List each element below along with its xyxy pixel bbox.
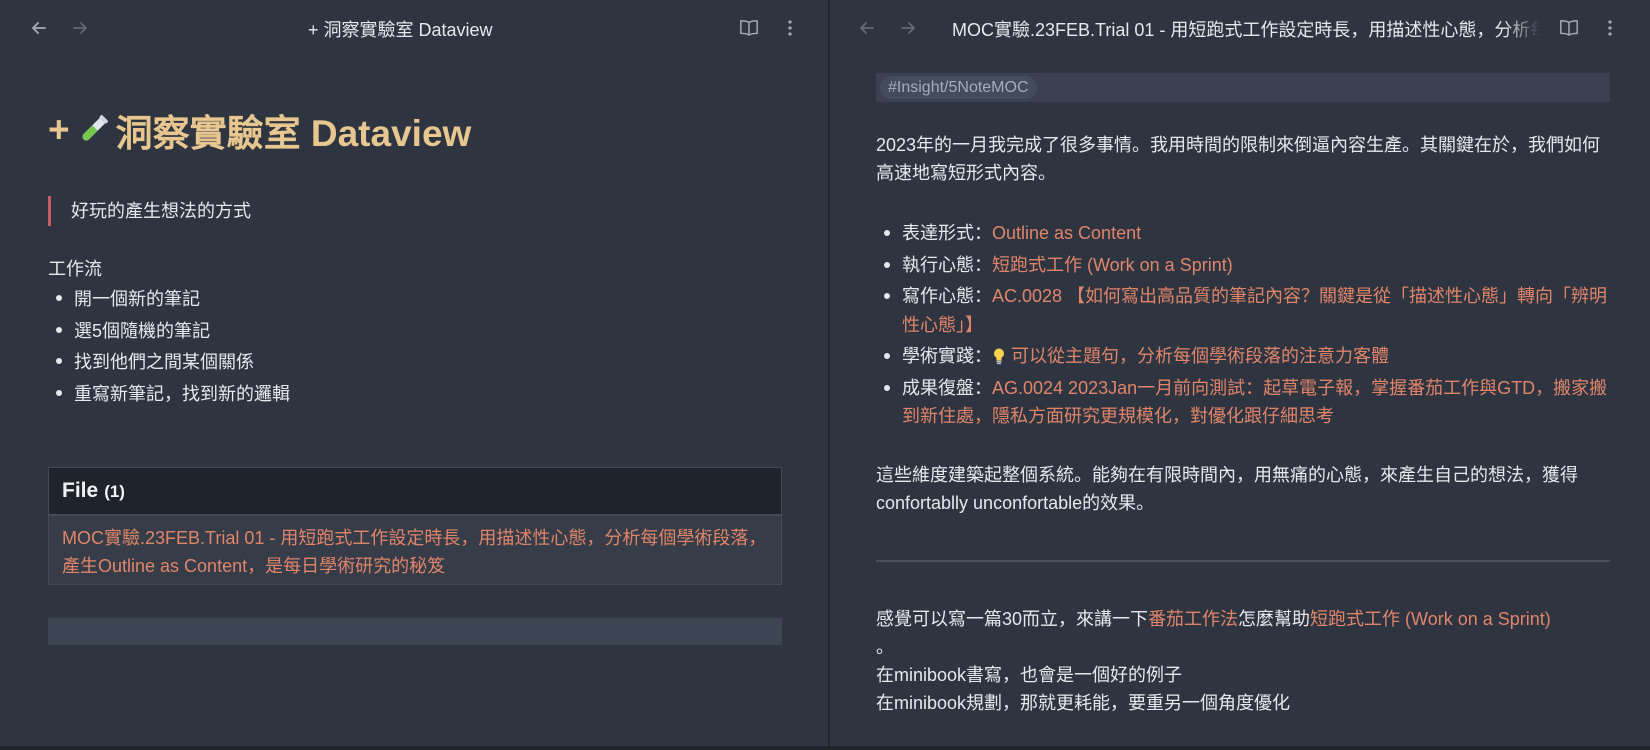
forward-arrow-icon[interactable] xyxy=(66,14,94,42)
internal-link[interactable]: 短跑式工作 (Work on a Sprint) xyxy=(1310,609,1551,629)
forward-arrow-icon[interactable] xyxy=(894,14,922,42)
table-footer xyxy=(48,618,782,645)
title-plus: + xyxy=(48,109,70,150)
more-options-icon[interactable] xyxy=(776,14,804,42)
more-options-icon[interactable] xyxy=(1596,14,1624,42)
left-tab-header: + 洞察實驗室 Dataview xyxy=(0,0,828,56)
list-item: 學術實踐： 可以從主題句，分析每個學術段落的注意力客體 xyxy=(876,342,1616,371)
table-header-count: (1) xyxy=(104,482,125,501)
status-strip xyxy=(0,746,1650,750)
internal-link[interactable]: AG.0024 2023Jan一月前向測試：起草電子報，掌握番茄工作與GTD，搬… xyxy=(902,378,1607,427)
test-tube-icon xyxy=(82,114,108,141)
tag-insight[interactable]: #Insight/5NoteMOC xyxy=(880,76,1037,99)
reading-mode-icon[interactable] xyxy=(1555,14,1583,42)
workflow-list: 開一個新的筆記 選5個隨機的筆記 找到他們之間某個關係 重寫新筆記，找到新的邏輯 xyxy=(48,285,290,411)
left-pane: + 洞察實驗室 Dataview + 洞察實驗室 Dataview 好玩的產生想… xyxy=(0,0,828,750)
list-item: 開一個新的筆記 xyxy=(48,285,290,317)
list-item: 重寫新筆記，找到新的邏輯 xyxy=(48,380,290,412)
lightbulb-icon xyxy=(994,348,1004,365)
dimensions-list: 表達形式：Outline as Content 執行心態：短跑式工作 (Work… xyxy=(876,219,1616,434)
horizontal-rule xyxy=(876,560,1610,562)
back-arrow-icon[interactable] xyxy=(853,14,881,42)
internal-link[interactable]: AC.0028 【如何寫出高品質的筆記內容？關鍵是從「描述性心態」轉向「辨明性心… xyxy=(902,286,1607,335)
tag-bar: #Insight/5NoteMOC xyxy=(876,73,1610,102)
intro-paragraph: 2023年的一月我完成了很多事情。我用時間的限制來倒逼內容生產。其關鍵在於，我們… xyxy=(876,135,1601,183)
page-title: + 洞察實驗室 Dataview xyxy=(48,103,471,157)
list-item: 選5個隨機的筆記 xyxy=(48,317,290,349)
internal-link[interactable]: 可以從主題句，分析每個學術段落的注意力客體 xyxy=(1011,346,1389,366)
title-text: 洞察實驗室 Dataview xyxy=(115,113,472,154)
left-header-title: + 洞察實驗室 Dataview xyxy=(308,20,493,40)
dataview-table: File (1) MOC實驗.23FEB.Trial 01 - 用短跑式工作設定… xyxy=(48,467,782,585)
internal-link[interactable]: Outline as Content xyxy=(992,223,1141,243)
table-header: File (1) xyxy=(49,468,781,516)
right-pane: MOC實驗.23FEB.Trial 01 - 用短跑式工作設定時長，用描述性心態… xyxy=(830,0,1650,750)
internal-link[interactable]: 短跑式工作 (Work on a Sprint) xyxy=(992,255,1233,275)
file-link[interactable]: MOC實驗.23FEB.Trial 01 - 用短跑式工作設定時長，用描述性心態… xyxy=(62,528,766,576)
table-row: MOC實驗.23FEB.Trial 01 - 用短跑式工作設定時長，用描述性心態… xyxy=(49,516,781,584)
blockquote: 好玩的產生想法的方式 xyxy=(48,196,251,226)
workflow-label: 工作流 xyxy=(48,259,102,279)
list-item: 寫作心態：AC.0028 【如何寫出高品質的筆記內容？關鍵是從「描述性心態」轉向… xyxy=(876,282,1616,339)
summary-paragraph: 這些維度建築起整個系統。能夠在有限時間內，用無痛的心態，來產生自己的想法，獲得c… xyxy=(876,465,1578,513)
after-paragraph: 感覺可以寫一篇30而立，來講一下番茄工作法怎麼幫助短跑式工作 (Work on … xyxy=(876,609,1551,713)
right-header-title: MOC實驗.23FEB.Trial 01 - 用短跑式工作設定時長，用描述性心態… xyxy=(952,20,1540,40)
list-item: 找到他們之間某個關係 xyxy=(48,348,290,380)
internal-link[interactable]: 番茄工作法 xyxy=(1148,609,1238,629)
right-tab-header: MOC實驗.23FEB.Trial 01 - 用短跑式工作設定時長，用描述性心態… xyxy=(830,0,1650,56)
back-arrow-icon[interactable] xyxy=(25,14,53,42)
list-item: 表達形式：Outline as Content xyxy=(876,219,1616,248)
reading-mode-icon[interactable] xyxy=(735,14,763,42)
list-item: 成果復盤：AG.0024 2023Jan一月前向測試：起草電子報，掌握番茄工作與… xyxy=(876,374,1616,431)
list-item: 執行心態：短跑式工作 (Work on a Sprint) xyxy=(876,251,1616,280)
table-header-file: File xyxy=(62,479,99,502)
